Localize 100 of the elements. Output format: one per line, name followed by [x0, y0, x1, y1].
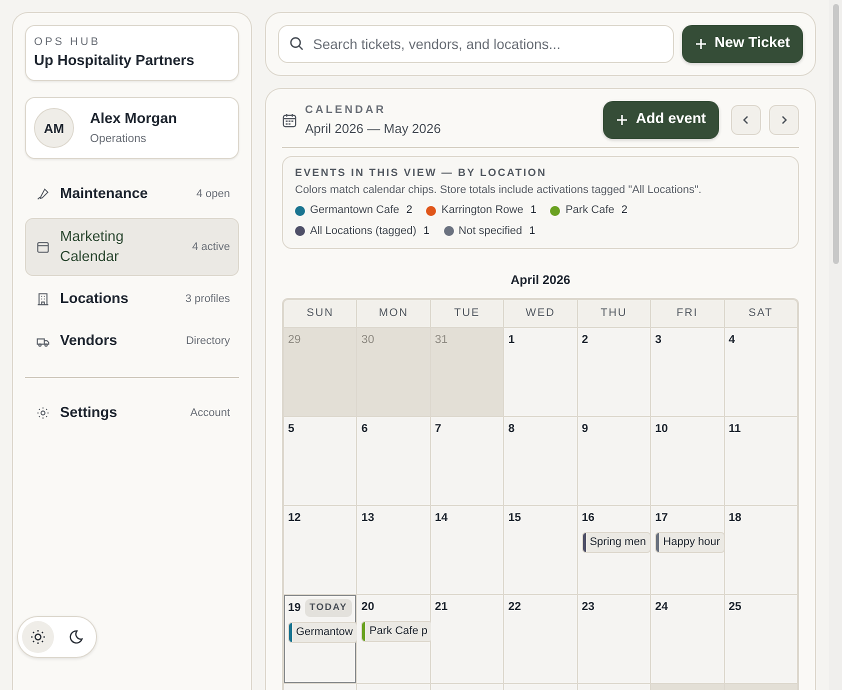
day-cell[interactable]: 15: [504, 506, 577, 594]
day-number: 25: [728, 600, 742, 615]
legend-count: 2: [406, 203, 412, 218]
event-chip[interactable]: Spring men: [582, 532, 651, 553]
today-badge: TODAY: [304, 599, 352, 618]
day-number: 20: [361, 600, 374, 615]
day-number: 10: [655, 422, 668, 437]
day-number: 21: [434, 600, 448, 615]
app-eyebrow: OPS HUB: [34, 35, 102, 50]
day-cell[interactable]: 20 Park Cafe p: [357, 595, 430, 683]
day-cell[interactable]: 3: [651, 328, 724, 416]
day-number: 17: [655, 511, 668, 526]
weekday-header: SAT: [724, 300, 797, 327]
day-number: 19: [288, 600, 301, 616]
day-number: 16: [582, 511, 594, 526]
nav-item[interactable]: Maintenance 4 open: [25, 175, 239, 214]
day-number: 15: [508, 511, 522, 526]
user-name: Alex Morgan: [90, 110, 178, 129]
day-number: 11: [728, 422, 741, 437]
legend-label: Karrington Rowe: [441, 203, 524, 218]
day-cell[interactable]: 17 Happy hour: [651, 506, 724, 594]
company-name: Up Hospitality Partners: [34, 52, 196, 70]
day-cell[interactable]: 11: [724, 417, 797, 505]
day-cell[interactable]: 1: [504, 328, 577, 416]
user-card[interactable]: AM Alex Morgan Operations: [25, 97, 239, 160]
nav-item[interactable]: Marketing Calendar 4 active: [25, 218, 239, 276]
nav-item[interactable]: Vendors Directory: [25, 322, 239, 361]
next-button[interactable]: [769, 105, 799, 135]
legend-label: Not specified: [458, 224, 522, 239]
day-number: 24: [655, 600, 668, 615]
day-number: 14: [434, 511, 448, 526]
calendar-icon: [36, 240, 50, 254]
nav-item[interactable]: Locations 3 profiles: [25, 280, 239, 318]
building-icon: [36, 292, 50, 306]
day-cell[interactable]: 23: [578, 595, 650, 683]
day-cell[interactable]: 19 TODAY Germantow: [284, 595, 356, 683]
previous-button[interactable]: [731, 105, 761, 135]
add-event-button[interactable]: Add event: [602, 101, 719, 139]
weekday-header: TUE: [430, 300, 504, 327]
event-chip[interactable]: Happy hour: [655, 532, 726, 553]
day-cell[interactable]: 12: [284, 506, 356, 594]
day-cell[interactable]: 2: [578, 328, 650, 416]
day-number: 9: [582, 422, 588, 437]
calendar-eyebrow: CALENDAR: [305, 103, 388, 118]
event-chip[interactable]: Germantow: [288, 622, 358, 643]
day-cell[interactable]: 6: [357, 417, 430, 505]
day-number: 4: [728, 333, 735, 348]
legend-count: 1: [423, 224, 430, 239]
event-title: Happy hour: [662, 535, 722, 550]
weekday-header: THU: [578, 300, 650, 327]
day-cell[interactable]: 22: [504, 595, 577, 683]
new-ticket-button[interactable]: New Ticket: [682, 25, 803, 63]
legend-title: EVENTS IN THIS VIEW — BY LOCATION: [295, 166, 548, 181]
day-cell[interactable]: 24: [651, 595, 724, 683]
day-number: 12: [288, 511, 301, 526]
day-number: 23: [582, 600, 594, 615]
plus-icon: [694, 38, 706, 50]
legend-count: 1: [529, 224, 536, 239]
nav-item[interactable]: Settings Account: [25, 394, 239, 432]
month-title: April 2026: [510, 272, 572, 290]
event-title: Spring men: [588, 535, 647, 550]
sun-icon: [30, 629, 46, 645]
light-theme-button[interactable]: [22, 621, 54, 653]
day-cell[interactable]: 7: [430, 417, 504, 505]
settings-icon: [36, 406, 50, 420]
day-number: 2: [582, 333, 588, 348]
day-cell[interactable]: 16 Spring men: [578, 506, 650, 594]
day-cell[interactable]: 10: [651, 417, 724, 505]
day-number: 22: [508, 600, 522, 615]
day-number: 3: [655, 333, 662, 348]
search-field[interactable]: Search tickets, vendors, and locations...: [278, 25, 674, 63]
day-cell[interactable]: 4: [724, 328, 797, 416]
legend-count: 2: [621, 203, 628, 218]
legend-label: Germantown Cafe: [310, 203, 400, 218]
scrollbar-thumb[interactable]: [833, 4, 839, 264]
moon-icon: [68, 629, 84, 645]
event-chip[interactable]: Park Cafe p: [361, 621, 433, 642]
day-cell[interactable]: 9: [578, 417, 650, 505]
day-cell[interactable]: 5: [284, 417, 356, 505]
day-cell[interactable]: 21: [430, 595, 504, 683]
weekday-header: MON: [357, 300, 430, 327]
avatar: AM: [34, 108, 74, 148]
day-cell[interactable]: 14: [430, 506, 504, 594]
day-cell[interactable]: 18: [724, 506, 797, 594]
day-cell[interactable]: 8: [504, 417, 577, 505]
day-number: 6: [361, 422, 368, 437]
day-number: 31: [434, 333, 448, 348]
day-number: 29: [288, 333, 301, 348]
chevron-left-icon: [741, 115, 751, 125]
day-number: 13: [361, 511, 374, 526]
day-cell[interactable]: 13: [357, 506, 430, 594]
legend-count: 1: [530, 203, 536, 218]
legend-note: Colors match calendar chips. Store totals include activations tagged "All Locations".: [295, 182, 702, 198]
search-icon: [289, 36, 304, 51]
date-range: April 2026 — May 2026: [305, 120, 442, 138]
weekday-header: WED: [504, 300, 577, 327]
plus-icon: [616, 114, 628, 126]
day-cell[interactable]: 25: [724, 595, 797, 683]
day-number: 5: [288, 422, 294, 437]
legend-label: All Locations (tagged): [310, 224, 416, 239]
